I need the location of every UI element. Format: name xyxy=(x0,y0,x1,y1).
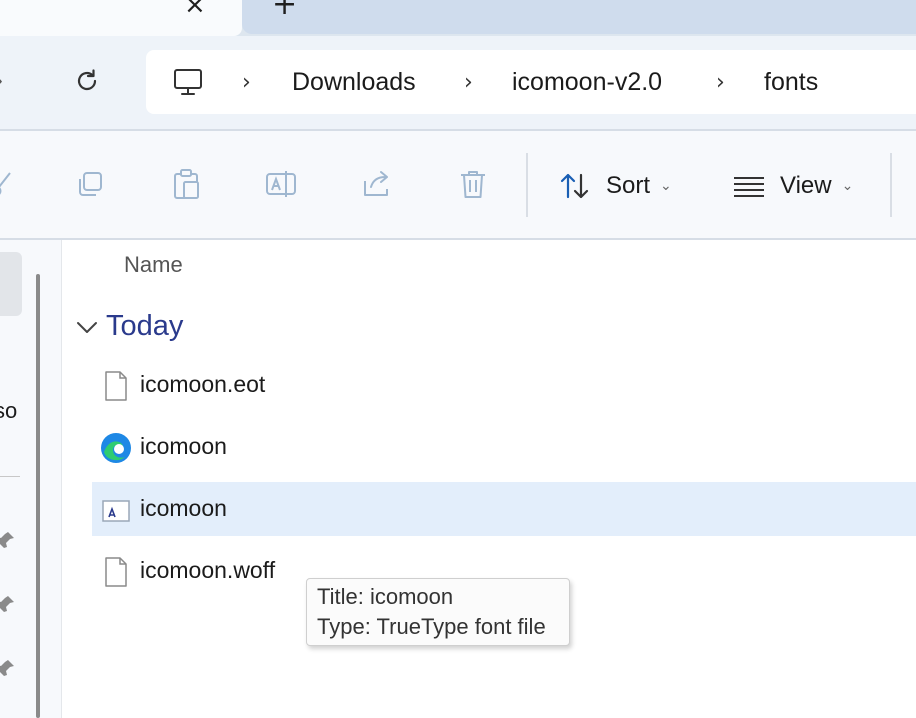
pin-icon xyxy=(0,532,14,548)
paste-icon[interactable] xyxy=(170,167,204,201)
nav-item-label[interactable]: so xyxy=(0,398,17,424)
view-button[interactable]: View ⌄ xyxy=(732,169,853,203)
refresh-icon[interactable] xyxy=(72,66,102,96)
this-pc-icon[interactable] xyxy=(172,66,204,98)
font-file-icon xyxy=(102,500,130,522)
file-tooltip: Title: icomoon Type: TrueType font file xyxy=(306,578,570,646)
tab-strip-empty-area xyxy=(242,0,916,34)
blank-file-icon xyxy=(105,557,127,587)
breadcrumb-separator-icon[interactable]: › xyxy=(716,70,725,95)
group-header-today[interactable]: Today xyxy=(74,310,183,343)
file-row[interactable]: icomoon.eot xyxy=(92,358,916,412)
file-row[interactable]: icomoon xyxy=(92,420,916,474)
copy-icon[interactable] xyxy=(74,167,108,201)
breadcrumb-downloads[interactable]: Downloads xyxy=(292,68,416,97)
navigation-pane: so xyxy=(0,240,62,718)
toolbar-separator xyxy=(526,153,528,217)
chevron-down-icon[interactable] xyxy=(74,314,100,340)
active-tab[interactable]: × xyxy=(0,0,242,36)
breadcrumb-separator-icon[interactable]: › xyxy=(464,70,473,95)
file-row-selected[interactable]: icomoon xyxy=(92,482,916,536)
file-name: icomoon.eot xyxy=(140,371,266,397)
forward-icon[interactable]: › xyxy=(0,70,3,93)
blank-file-icon xyxy=(105,371,127,401)
pin-icon xyxy=(0,596,14,612)
tab-strip: × + xyxy=(0,0,916,36)
file-name: icomoon xyxy=(140,495,227,521)
rename-icon[interactable] xyxy=(264,167,298,201)
nav-divider xyxy=(0,476,20,477)
breadcrumb-fonts[interactable]: fonts xyxy=(764,68,818,97)
address-row: › › Downloads › icomoon-v2.0 › fonts xyxy=(0,36,916,130)
file-name: icomoon.woff xyxy=(140,557,276,583)
address-bar[interactable]: › Downloads › icomoon-v2.0 › fonts xyxy=(146,50,916,114)
chevron-down-icon: ⌄ xyxy=(841,178,854,194)
tooltip-type: Type: TrueType font file xyxy=(317,614,546,639)
toolbar-separator xyxy=(890,153,892,217)
delete-icon[interactable] xyxy=(456,167,490,201)
nav-scrollbar[interactable] xyxy=(36,274,40,718)
cut-icon[interactable] xyxy=(0,167,20,201)
new-tab-button[interactable]: + xyxy=(272,0,297,20)
nav-selected-item[interactable] xyxy=(0,252,22,316)
sort-icon xyxy=(560,173,589,199)
share-icon[interactable] xyxy=(360,167,394,201)
command-bar: Sort ⌄ View ⌄ xyxy=(0,131,916,239)
edge-browser-icon xyxy=(101,433,131,463)
close-tab-button[interactable]: × xyxy=(184,0,206,18)
column-header-name[interactable]: Name xyxy=(124,252,183,278)
sort-label: Sort xyxy=(606,172,651,199)
tooltip-title: Title: icomoon xyxy=(317,584,454,609)
view-list-icon xyxy=(734,177,764,197)
group-label: Today xyxy=(106,310,184,342)
pin-icon xyxy=(0,660,14,676)
view-label: View xyxy=(780,172,832,199)
sort-button[interactable]: Sort ⌄ xyxy=(558,169,672,203)
breadcrumb-separator-icon[interactable]: › xyxy=(242,70,251,95)
chevron-down-icon: ⌄ xyxy=(660,178,672,194)
breadcrumb-icomoon[interactable]: icomoon-v2.0 xyxy=(512,68,662,97)
toolbar-divider xyxy=(0,238,916,240)
file-name: icomoon xyxy=(140,433,227,459)
